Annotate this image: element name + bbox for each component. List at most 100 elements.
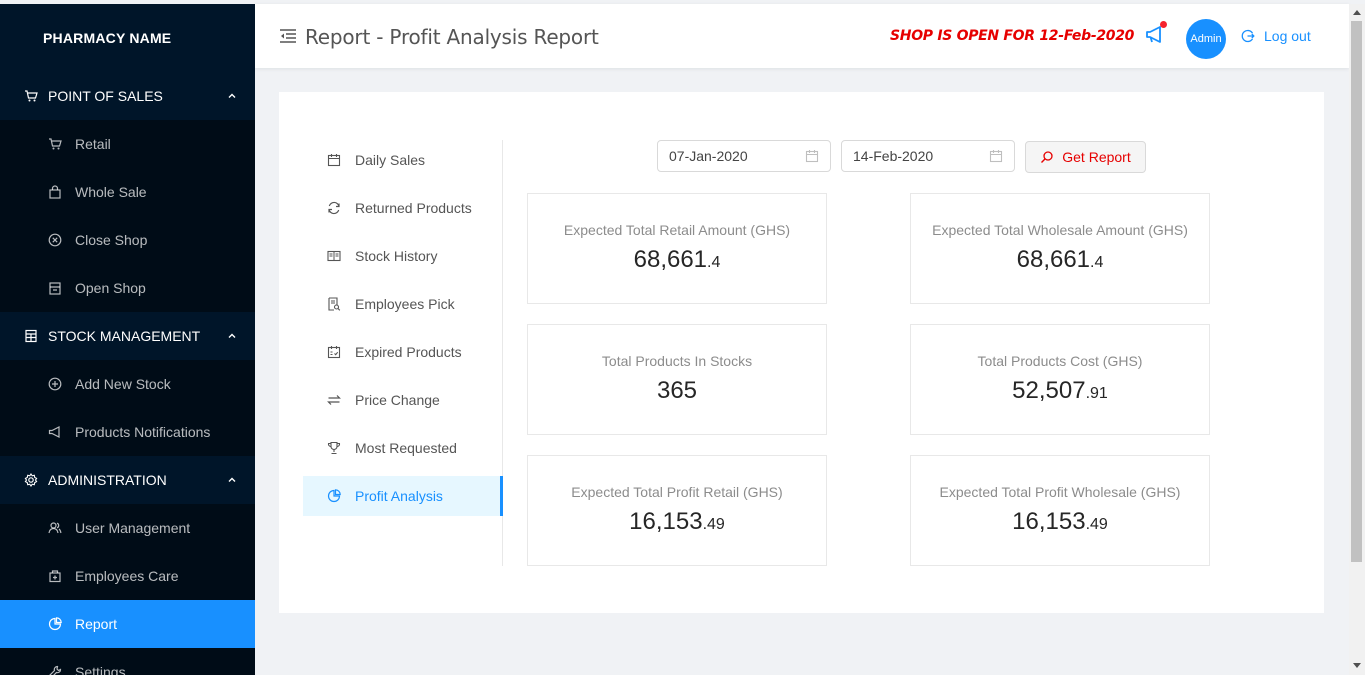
menu-fold-icon[interactable] — [279, 27, 297, 45]
page-title: Report - Profit Analysis Report — [305, 25, 599, 49]
tool-icon — [48, 665, 62, 675]
sidebar-item-label: Open Shop — [75, 280, 146, 296]
stat-card-products-in-stock: Total Products In Stocks 365 — [527, 324, 827, 435]
shop-status-banner: SHOP IS OPEN FOR 12-Feb-2020 — [890, 28, 1135, 44]
report-menu-item-stock-history[interactable]: Stock History — [303, 236, 502, 276]
setting-icon — [24, 473, 38, 487]
schedule-icon — [327, 345, 341, 359]
stat-value: 68,661.4 — [528, 244, 826, 279]
scroll-down-arrow-icon[interactable] — [1353, 663, 1361, 668]
stat-value-int: 16,153 — [1012, 508, 1086, 535]
sidebar-item-label: Products Notifications — [75, 424, 211, 440]
menu-group-point-of-sales[interactable]: POINT OF SALES — [0, 72, 255, 120]
report-menu-label: Profit Analysis — [355, 488, 443, 504]
sidebar-item-user-management[interactable]: User Management — [0, 504, 255, 552]
sidebar-item-open-shop[interactable]: Open Shop — [0, 264, 255, 312]
report-menu-label: Price Change — [355, 392, 440, 408]
calendar-icon — [805, 150, 819, 163]
calendar-icon — [327, 153, 341, 167]
end-date-value: 14-Feb-2020 — [853, 148, 934, 164]
sidebar-item-label: Report — [75, 616, 118, 632]
stat-value: 52,507.91 — [911, 375, 1209, 410]
report-menu-item-profit-analysis[interactable]: Profit Analysis — [303, 476, 503, 516]
sidebar-item-whole-sale[interactable]: Whole Sale — [0, 168, 255, 216]
report-menu-item-daily-sales[interactable]: Daily Sales — [303, 140, 502, 180]
stat-label: Expected Total Retail Amount (GHS) — [563, 222, 791, 238]
stat-value-int: 52,507 — [1012, 377, 1086, 404]
report-menu-item-returned-products[interactable]: Returned Products — [303, 188, 502, 228]
report-menu: Daily Sales Returned Products Stock Hist… — [303, 140, 503, 566]
scroll-up-arrow-icon[interactable] — [1353, 10, 1361, 15]
shop-icon — [48, 281, 62, 295]
stat-value-int: 16,153 — [629, 508, 703, 535]
sidebar-item-close-shop[interactable]: Close Shop — [0, 216, 255, 264]
end-date-picker[interactable]: 14-Feb-2020 — [841, 140, 1015, 172]
stat-label: Expected Total Profit Retail (GHS) — [571, 484, 783, 500]
shopping-bag-icon — [48, 185, 62, 199]
stat-value-int: 68,661 — [1016, 246, 1091, 273]
pie-chart-icon — [48, 617, 62, 631]
report-menu-label: Most Requested — [355, 440, 457, 456]
start-date-picker[interactable]: 07-Jan-2020 — [657, 140, 831, 172]
calculator-icon — [24, 329, 38, 343]
medicine-box-icon — [48, 569, 62, 583]
cart-icon — [48, 137, 62, 151]
logout-link[interactable]: Log out — [1241, 28, 1311, 44]
menu-group-stock-management[interactable]: STOCK MANAGEMENT — [0, 312, 255, 360]
stat-card-wholesale-amount: Expected Total Wholesale Amount (GHS) 68… — [910, 193, 1210, 304]
sidebar-item-label: Add New Stock — [75, 376, 171, 392]
read-icon — [327, 249, 341, 263]
menu-group-administration[interactable]: ADMINISTRATION — [0, 456, 255, 504]
sidebar-item-label: Settings — [75, 664, 126, 675]
stat-value: 16,153.49 — [528, 506, 826, 541]
report-menu-item-expired-products[interactable]: Expired Products — [303, 332, 502, 372]
get-report-button[interactable]: Get Report — [1025, 141, 1146, 173]
stat-card-retail-amount: Expected Total Retail Amount (GHS) 68,66… — [527, 193, 827, 304]
usergroup-icon — [48, 521, 62, 535]
sidebar: PHARMACY NAME POINT OF SALES Retail Whol… — [0, 4, 255, 675]
avatar[interactable]: Admin — [1186, 19, 1226, 59]
menu-group-label: ADMINISTRATION — [48, 472, 167, 488]
submenu-stock-management: Add New Stock Products Notifications — [0, 360, 255, 456]
stat-value-dec: .4 — [1090, 254, 1104, 271]
report-menu-label: Returned Products — [355, 200, 472, 216]
chevron-up-icon — [227, 91, 237, 101]
sidebar-item-products-notifications[interactable]: Products Notifications — [0, 408, 255, 456]
sidebar-item-employees-care[interactable]: Employees Care — [0, 552, 255, 600]
file-search-icon — [327, 297, 341, 311]
report-menu-item-price-change[interactable]: Price Change — [303, 380, 502, 420]
sidebar-item-add-new-stock[interactable]: Add New Stock — [0, 360, 255, 408]
stat-value-dec: .49 — [1085, 516, 1108, 533]
stat-value-dec: .91 — [1085, 385, 1108, 402]
stat-value: 16,153.49 — [911, 506, 1209, 541]
stat-value: 68,661.4 — [911, 244, 1209, 279]
report-menu-item-most-requested[interactable]: Most Requested — [303, 428, 502, 468]
sidebar-item-retail[interactable]: Retail — [0, 120, 255, 168]
stat-label: Total Products In Stocks — [601, 353, 753, 369]
sidebar-item-label: Whole Sale — [75, 184, 147, 200]
report-menu-label: Daily Sales — [355, 152, 426, 168]
sound-icon — [48, 425, 62, 439]
stat-value-int: 365 — [656, 377, 698, 404]
report-card: Daily Sales Returned Products Stock Hist… — [279, 92, 1324, 613]
pie-chart-icon — [327, 489, 341, 503]
sidebar-item-label: Close Shop — [75, 232, 148, 248]
scrollbar-thumb[interactable] — [1351, 21, 1362, 562]
report-menu-item-employees-pick[interactable]: Employees Pick — [303, 284, 502, 324]
report-menu-label: Stock History — [355, 248, 438, 264]
sidebar-item-label: Retail — [75, 136, 111, 152]
sidebar-item-settings[interactable]: Settings — [0, 648, 255, 675]
app-root: PHARMACY NAME POINT OF SALES Retail Whol… — [0, 0, 1365, 675]
submenu-point-of-sales: Retail Whole Sale Close Shop Open Shop — [0, 120, 255, 312]
sidebar-item-report[interactable]: Report — [0, 600, 255, 648]
close-circle-icon — [48, 233, 62, 247]
stat-label: Expected Total Wholesale Amount (GHS) — [932, 222, 1188, 238]
notification-bell[interactable] — [1144, 21, 1168, 47]
brand-name: PHARMACY NAME — [43, 30, 172, 46]
report-menu-label: Employees Pick — [355, 296, 455, 312]
calendar-icon — [989, 150, 1003, 163]
vertical-scrollbar[interactable] — [1349, 4, 1365, 675]
top-header: Report - Profit Analysis Report SHOP IS … — [255, 4, 1349, 68]
menu-group-label: STOCK MANAGEMENT — [48, 328, 201, 344]
logout-label: Log out — [1264, 28, 1311, 44]
